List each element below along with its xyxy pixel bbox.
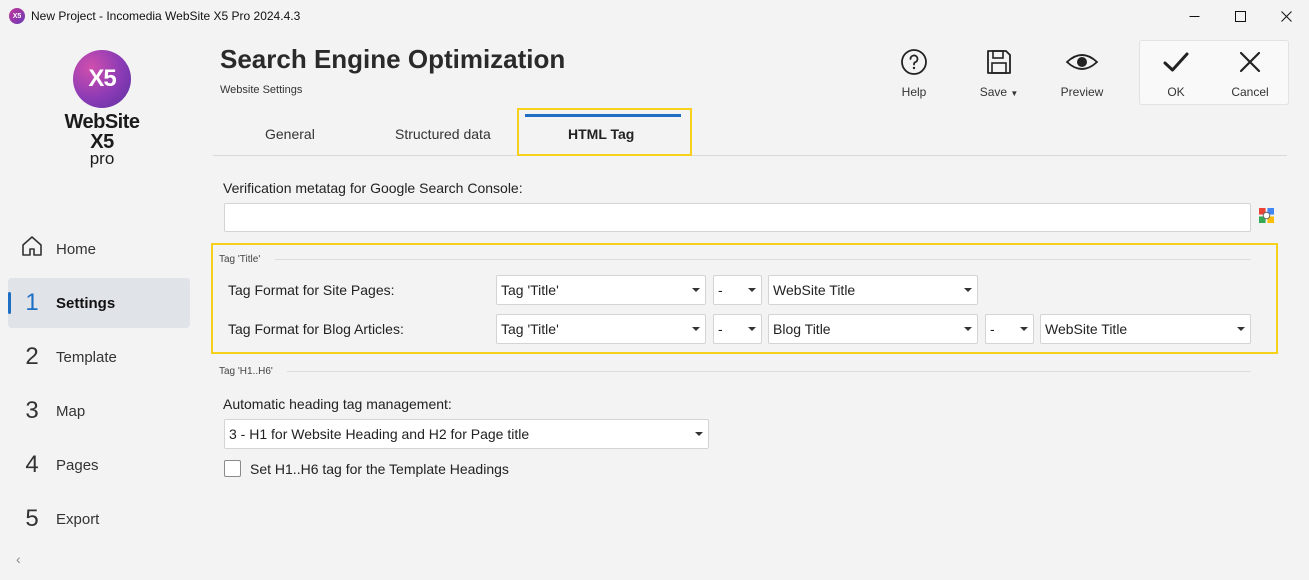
home-icon — [8, 234, 56, 265]
headings-section-heading: Tag 'H1..H6' — [219, 366, 273, 377]
sidebar-item-label: Settings — [56, 294, 116, 312]
sidebar-item-export[interactable]: 5 Export — [8, 494, 190, 544]
sidebar-item-template[interactable]: 2 Template — [8, 332, 190, 382]
logo-edition: pro — [89, 149, 115, 168]
x5-logo-mark: X5 — [73, 50, 131, 108]
product-logo: X5 WebSite X5 pro — [52, 50, 152, 168]
help-button[interactable]: Help — [879, 48, 949, 99]
chevron-down-icon — [959, 327, 977, 331]
cancel-label: Cancel — [1231, 85, 1269, 99]
sidebar-item-label: Export — [56, 510, 100, 528]
step-number: 2 — [25, 343, 39, 370]
sidebar-item-label: Template — [56, 348, 117, 366]
minimize-button[interactable] — [1171, 0, 1217, 32]
site-pages-separator-select[interactable]: - — [713, 275, 762, 305]
step-number: 1 — [25, 289, 39, 316]
chevron-down-icon — [1015, 327, 1033, 331]
preview-button[interactable]: Preview — [1047, 48, 1117, 99]
blog-articles-separator-select-1[interactable]: - — [713, 314, 762, 344]
chevron-down-icon — [959, 288, 977, 292]
help-label: Help — [901, 85, 927, 99]
sidebar-item-pages[interactable]: 4 Pages — [8, 440, 190, 490]
eye-icon — [1065, 54, 1099, 70]
section-divider — [287, 371, 1251, 372]
site-pages-label: Tag Format for Site Pages: — [228, 282, 395, 298]
cancel-x-icon — [1239, 51, 1261, 73]
help-icon — [901, 49, 927, 75]
title-section-heading: Tag 'Title' — [219, 254, 261, 265]
app-icon: X5 — [9, 8, 25, 24]
chevron-down-icon: ▼ — [1010, 89, 1019, 98]
chevron-down-icon — [687, 288, 705, 292]
blog-articles-label: Tag Format for Blog Articles: — [228, 321, 404, 337]
ok-button[interactable]: OK — [1141, 48, 1211, 99]
tab-general[interactable]: General — [265, 126, 315, 142]
title-bar: X5 New Project - Incomedia WebSite X5 Pr… — [0, 0, 1309, 32]
template-headings-checkbox[interactable] — [224, 460, 241, 477]
maximize-button[interactable] — [1217, 0, 1263, 32]
verification-label: Verification metatag for Google Search C… — [223, 180, 523, 196]
site-pages-format-select-1[interactable]: Tag 'Title' — [496, 275, 706, 305]
step-number: 5 — [25, 505, 39, 532]
sidebar-item-map[interactable]: 3 Map — [8, 386, 190, 436]
close-window-button[interactable] — [1263, 0, 1309, 32]
window-title: New Project - Incomedia WebSite X5 Pro 2… — [31, 9, 301, 23]
blog-articles-format-select-1[interactable]: Tag 'Title' — [496, 314, 706, 344]
section-divider — [275, 259, 1251, 260]
save-label: Save — [979, 85, 1008, 99]
maximize-icon — [1234, 10, 1246, 22]
active-indicator — [8, 292, 11, 314]
template-headings-label[interactable]: Set H1..H6 tag for the Template Headings — [250, 461, 509, 477]
google-search-console-icon[interactable] — [1259, 208, 1274, 223]
sidebar-item-label: Map — [56, 402, 86, 420]
minimize-icon — [1189, 15, 1199, 17]
chevron-down-icon — [690, 432, 708, 436]
blog-articles-format-select-2[interactable]: Blog Title — [768, 314, 978, 344]
tab-structured-data[interactable]: Structured data — [395, 126, 491, 142]
verification-metatag-input[interactable] — [224, 203, 1251, 232]
chevron-down-icon — [743, 327, 761, 331]
auto-heading-label: Automatic heading tag management: — [223, 396, 452, 412]
sidebar-item-home[interactable]: Home — [8, 224, 190, 274]
chevron-down-icon — [1232, 327, 1250, 331]
close-icon — [1280, 10, 1292, 22]
save-icon — [987, 50, 1011, 74]
tabs-divider — [213, 155, 1287, 156]
logo-name: WebSite X5 — [64, 111, 140, 153]
step-number: 4 — [25, 451, 39, 478]
ok-label: OK — [1167, 85, 1185, 99]
chevron-down-icon — [687, 327, 705, 331]
site-pages-format-select-2[interactable]: WebSite Title — [768, 275, 978, 305]
cancel-button[interactable]: Cancel — [1215, 48, 1285, 99]
blog-articles-separator-select-2[interactable]: - — [985, 314, 1034, 344]
tab-highlight-frame — [517, 108, 692, 156]
preview-label: Preview — [1060, 85, 1104, 99]
chevron-down-icon — [743, 288, 761, 292]
page-subtitle: Website Settings — [220, 84, 303, 96]
sidebar-item-label: Pages — [56, 456, 99, 474]
checkmark-icon — [1163, 52, 1189, 72]
blog-articles-format-select-3[interactable]: WebSite Title — [1040, 314, 1251, 344]
auto-heading-select[interactable]: 3 - H1 for Website Heading and H2 for Pa… — [224, 419, 709, 449]
page-title: Search Engine Optimization — [220, 44, 566, 74]
collapse-sidebar-icon[interactable]: ‹ — [16, 551, 21, 567]
step-number: 3 — [25, 397, 39, 424]
sidebar-item-label: Home — [56, 240, 97, 258]
save-button[interactable]: Save ▼ — [964, 48, 1034, 99]
sidebar-item-settings[interactable]: 1 Settings — [8, 278, 190, 328]
